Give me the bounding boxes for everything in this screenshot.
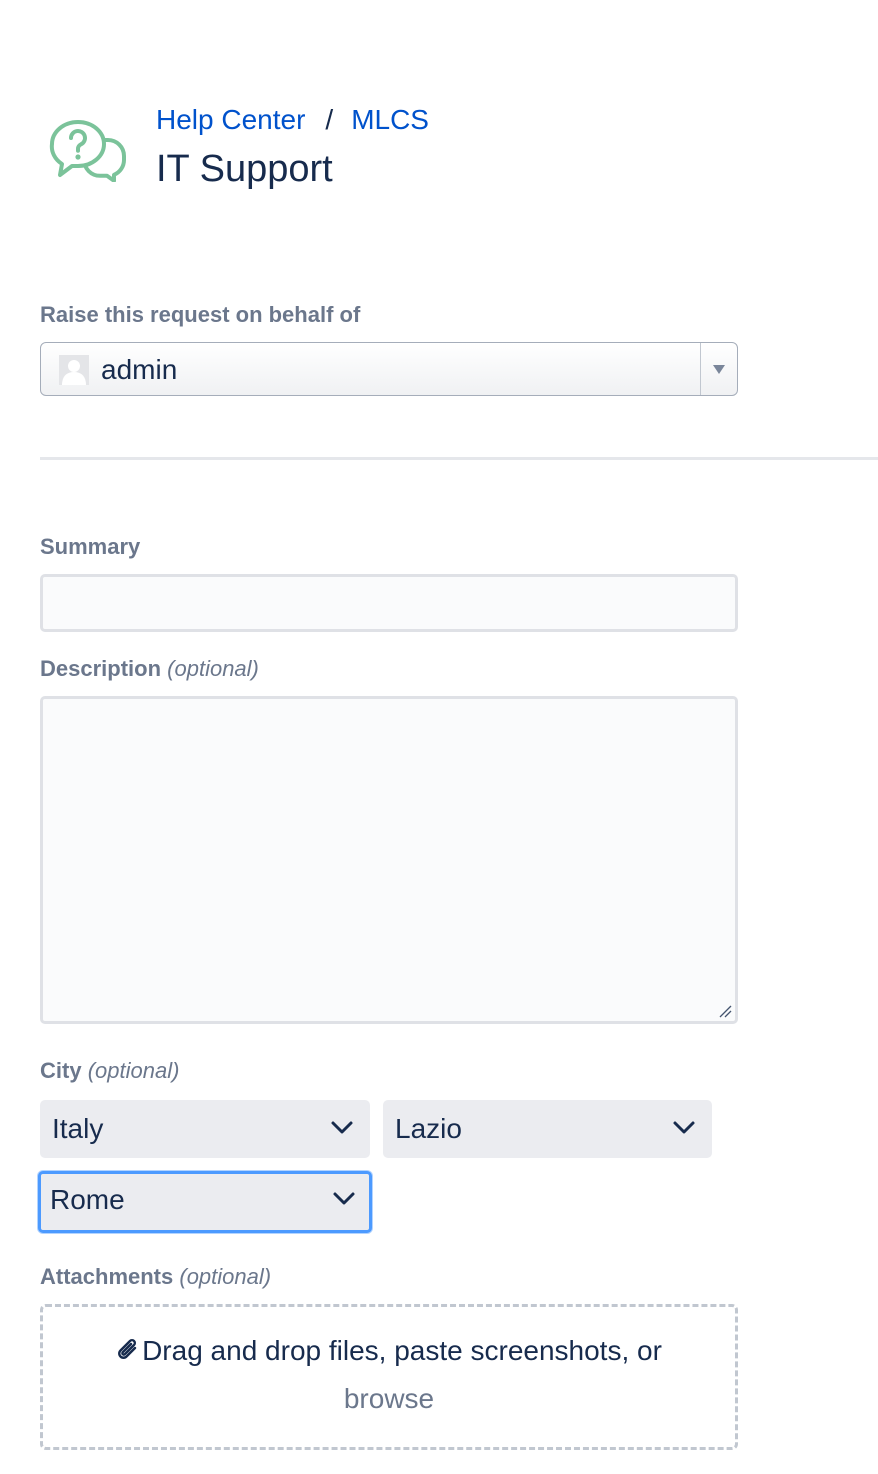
country-select[interactable]: Italy <box>40 1100 370 1158</box>
breadcrumb-project-link[interactable]: MLCS <box>351 104 429 135</box>
attachments-optional-hint: (optional) <box>179 1264 272 1289</box>
paperclip-icon <box>118 1338 137 1359</box>
dropzone-text: Drag and drop files, paste screenshots, … <box>142 1335 662 1366</box>
default-user-avatar-icon <box>59 355 89 385</box>
browse-link[interactable]: browse <box>43 1383 735 1415</box>
description-label-text: Description <box>40 656 162 681</box>
caret-down-icon <box>713 365 725 374</box>
attachments-dropzone[interactable]: Drag and drop files, paste screenshots, … <box>40 1304 738 1450</box>
city-label-text: City <box>40 1058 82 1083</box>
city-select[interactable]: Rome <box>38 1171 372 1233</box>
page-title: IT Support <box>156 148 333 190</box>
section-divider <box>40 457 878 460</box>
on-behalf-label: Raise this request on behalf of <box>40 302 361 327</box>
breadcrumb-separator: / <box>325 104 334 135</box>
description-label: Description (optional) <box>40 656 259 682</box>
attachments-label: Attachments (optional) <box>40 1264 271 1290</box>
question-chat-bubbles-icon <box>49 120 126 182</box>
breadcrumb-help-center-link[interactable]: Help Center <box>156 104 305 135</box>
description-optional-hint: (optional) <box>167 656 259 681</box>
on-behalf-select[interactable]: admin <box>40 342 738 396</box>
resize-handle-icon[interactable] <box>718 1004 732 1018</box>
region-select[interactable]: Lazio <box>383 1100 712 1158</box>
breadcrumb: Help Center / MLCS <box>156 104 429 136</box>
city-label: City (optional) <box>40 1058 179 1084</box>
chevron-down-icon <box>333 1192 355 1205</box>
attachments-label-text: Attachments <box>40 1264 174 1289</box>
on-behalf-value: admin <box>101 354 178 385</box>
region-select-value: Lazio <box>395 1113 462 1144</box>
chevron-down-icon <box>673 1121 695 1134</box>
description-textarea[interactable] <box>40 696 738 1024</box>
on-behalf-dropdown-button[interactable] <box>700 343 737 395</box>
country-select-value: Italy <box>52 1113 104 1144</box>
dropzone-instructions: Drag and drop files, paste screenshots, … <box>43 1335 735 1367</box>
city-select-value: Rome <box>50 1184 125 1215</box>
summary-label: Summary <box>40 534 140 560</box>
chevron-down-icon <box>331 1121 353 1134</box>
summary-label-text: Summary <box>40 534 141 559</box>
city-optional-hint: (optional) <box>87 1058 180 1083</box>
portal-header: Help Center / MLCS IT Support <box>40 100 740 210</box>
summary-input[interactable] <box>40 574 738 632</box>
